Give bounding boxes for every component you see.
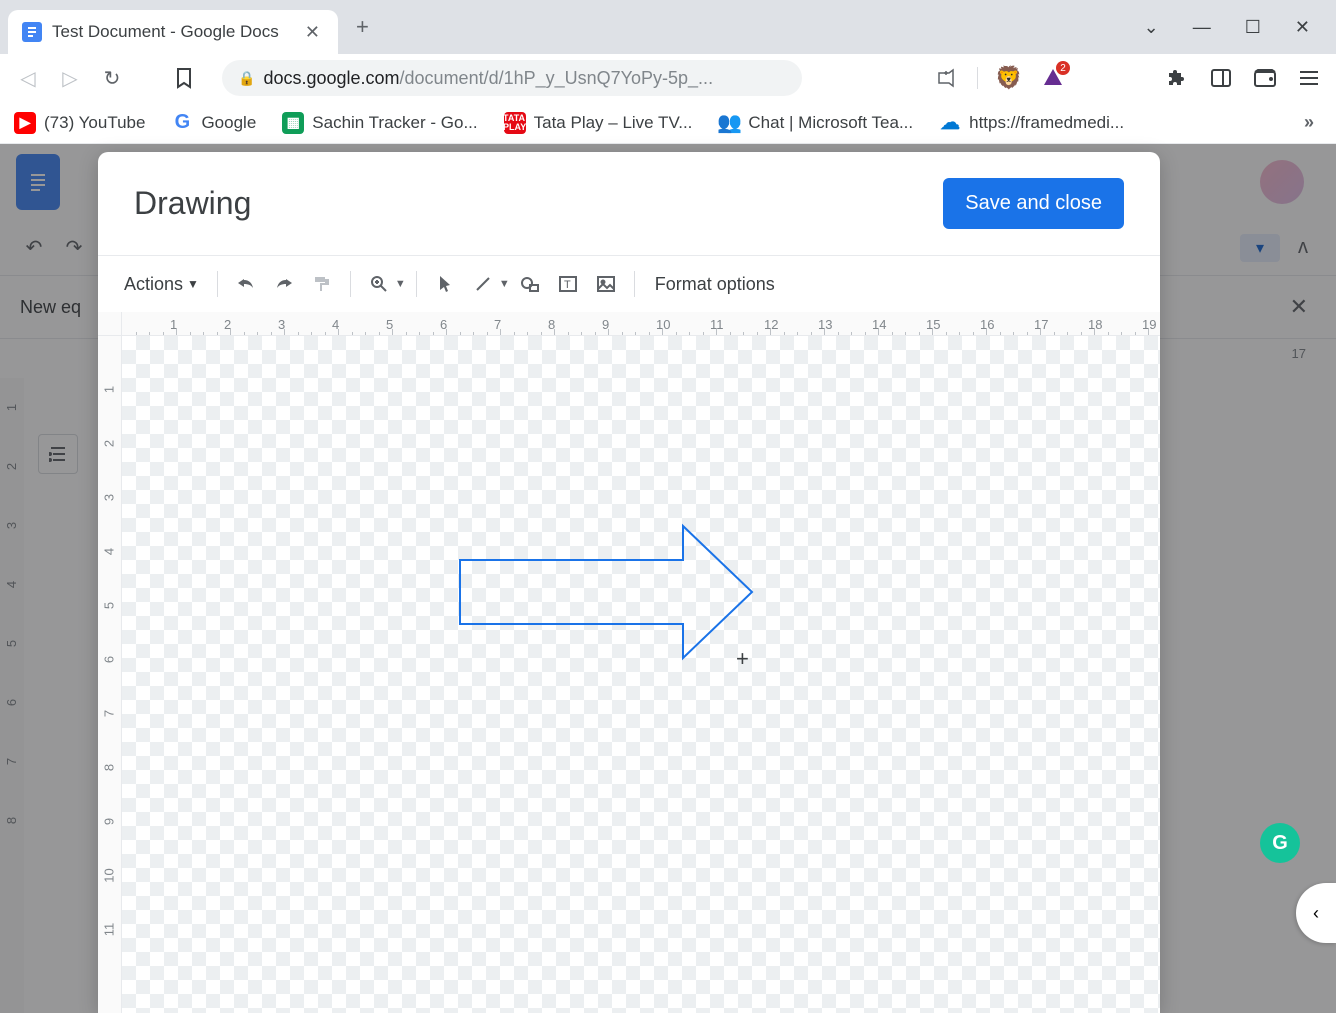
url-text: docs.google.com/document/d/1hP_y_UsnQ7Yo… xyxy=(263,68,713,89)
format-options-button[interactable]: Format options xyxy=(645,268,785,301)
drawing-vertical-ruler[interactable]: 1234567891011 xyxy=(98,336,122,1013)
redo-button[interactable] xyxy=(266,266,302,302)
bookmark-google[interactable]: G Google xyxy=(171,112,256,134)
address-bar-row: ◁ ▷ ↻ 🔒 docs.google.com/document/d/1hP_y… xyxy=(0,54,1336,102)
drawing-toolbar: Actions▼ ▼ ▼ xyxy=(98,256,1160,312)
minimize-icon[interactable]: — xyxy=(1193,17,1211,38)
badge-count: 2 xyxy=(1056,61,1070,75)
save-and-close-button[interactable]: Save and close xyxy=(943,178,1124,229)
bookmark-teams[interactable]: 👥 Chat | Microsoft Tea... xyxy=(718,112,913,134)
shape-tool[interactable] xyxy=(512,266,548,302)
bookmarks-overflow[interactable]: » xyxy=(1296,112,1322,133)
reload-button[interactable]: ↻ xyxy=(98,64,126,92)
drawing-horizontal-ruler[interactable]: 12345678910111213141516171819 xyxy=(122,312,1160,336)
text-box-tool[interactable]: T xyxy=(550,266,586,302)
browser-chrome: Test Document - Google Docs ✕ + ⌄ — ☐ ✕ … xyxy=(0,0,1336,144)
docs-favicon xyxy=(22,22,42,42)
brave-rewards-icon[interactable]: 2 xyxy=(1040,65,1066,91)
line-tool[interactable] xyxy=(465,266,501,302)
bookmark-framed[interactable]: ☁ https://framedmedi... xyxy=(939,112,1124,134)
tab-title: Test Document - Google Docs xyxy=(52,22,301,42)
dialog-header: Drawing Save and close xyxy=(98,152,1160,256)
bookmark-youtube[interactable]: ▶ (73) YouTube xyxy=(14,112,145,134)
bookmarks-bar: ▶ (73) YouTube G Google ▦ Sachin Tracker… xyxy=(0,102,1336,144)
onedrive-icon: ☁ xyxy=(939,112,961,134)
grammarly-button[interactable]: G xyxy=(1260,823,1300,863)
extensions-icon[interactable] xyxy=(1164,65,1190,91)
drawing-ruler-row: 12345678910111213141516171819 xyxy=(98,312,1160,336)
brave-shield-icon[interactable]: 🦁 xyxy=(996,65,1022,91)
lock-icon: 🔒 xyxy=(238,70,255,87)
undo-button[interactable] xyxy=(228,266,264,302)
new-tab-button[interactable]: + xyxy=(346,4,379,50)
address-bar[interactable]: 🔒 docs.google.com/document/d/1hP_y_UsnQ7… xyxy=(222,60,802,96)
forward-button[interactable]: ▷ xyxy=(56,64,84,92)
paint-format-button[interactable] xyxy=(304,266,340,302)
zoom-button[interactable] xyxy=(361,266,397,302)
close-window-icon[interactable]: ✕ xyxy=(1295,17,1310,38)
zoom-dropdown-icon[interactable]: ▼ xyxy=(395,278,406,290)
bookmark-sheets[interactable]: ▦ Sachin Tracker - Go... xyxy=(282,112,477,134)
sidepanel-icon[interactable] xyxy=(1208,65,1234,91)
back-button[interactable]: ◁ xyxy=(14,64,42,92)
bookmark-icon[interactable] xyxy=(170,64,198,92)
share-icon[interactable] xyxy=(933,65,959,91)
crosshair-cursor-icon: + xyxy=(736,646,749,672)
dialog-title: Drawing xyxy=(134,185,251,222)
tata-icon: TATAPLAY xyxy=(504,112,526,134)
image-tool[interactable] xyxy=(588,266,624,302)
menu-icon[interactable] xyxy=(1296,65,1322,91)
line-dropdown-icon[interactable]: ▼ xyxy=(499,278,510,290)
arrow-shape[interactable] xyxy=(458,522,758,662)
select-tool[interactable] xyxy=(427,266,463,302)
tab-search-icon[interactable]: ⌄ xyxy=(1144,17,1159,38)
drawing-canvas[interactable]: + xyxy=(122,336,1160,1013)
sheets-icon: ▦ xyxy=(282,112,304,134)
wallet-icon[interactable] xyxy=(1252,65,1278,91)
tab-bar: Test Document - Google Docs ✕ + ⌄ — ☐ ✕ xyxy=(0,0,1336,54)
actions-menu[interactable]: Actions▼ xyxy=(116,268,207,301)
svg-text:T: T xyxy=(564,279,571,291)
google-icon: G xyxy=(171,112,193,134)
window-controls: ⌄ — ☐ ✕ xyxy=(1144,17,1328,38)
maximize-icon[interactable]: ☐ xyxy=(1245,17,1261,38)
browser-tab[interactable]: Test Document - Google Docs ✕ xyxy=(8,10,338,54)
teams-icon: 👥 xyxy=(718,112,740,134)
youtube-icon: ▶ xyxy=(14,112,36,134)
bookmark-tata[interactable]: TATAPLAY Tata Play – Live TV... xyxy=(504,112,693,134)
tab-close-icon[interactable]: ✕ xyxy=(301,18,324,47)
drawing-dialog: Drawing Save and close Actions▼ ▼ xyxy=(98,152,1160,1013)
